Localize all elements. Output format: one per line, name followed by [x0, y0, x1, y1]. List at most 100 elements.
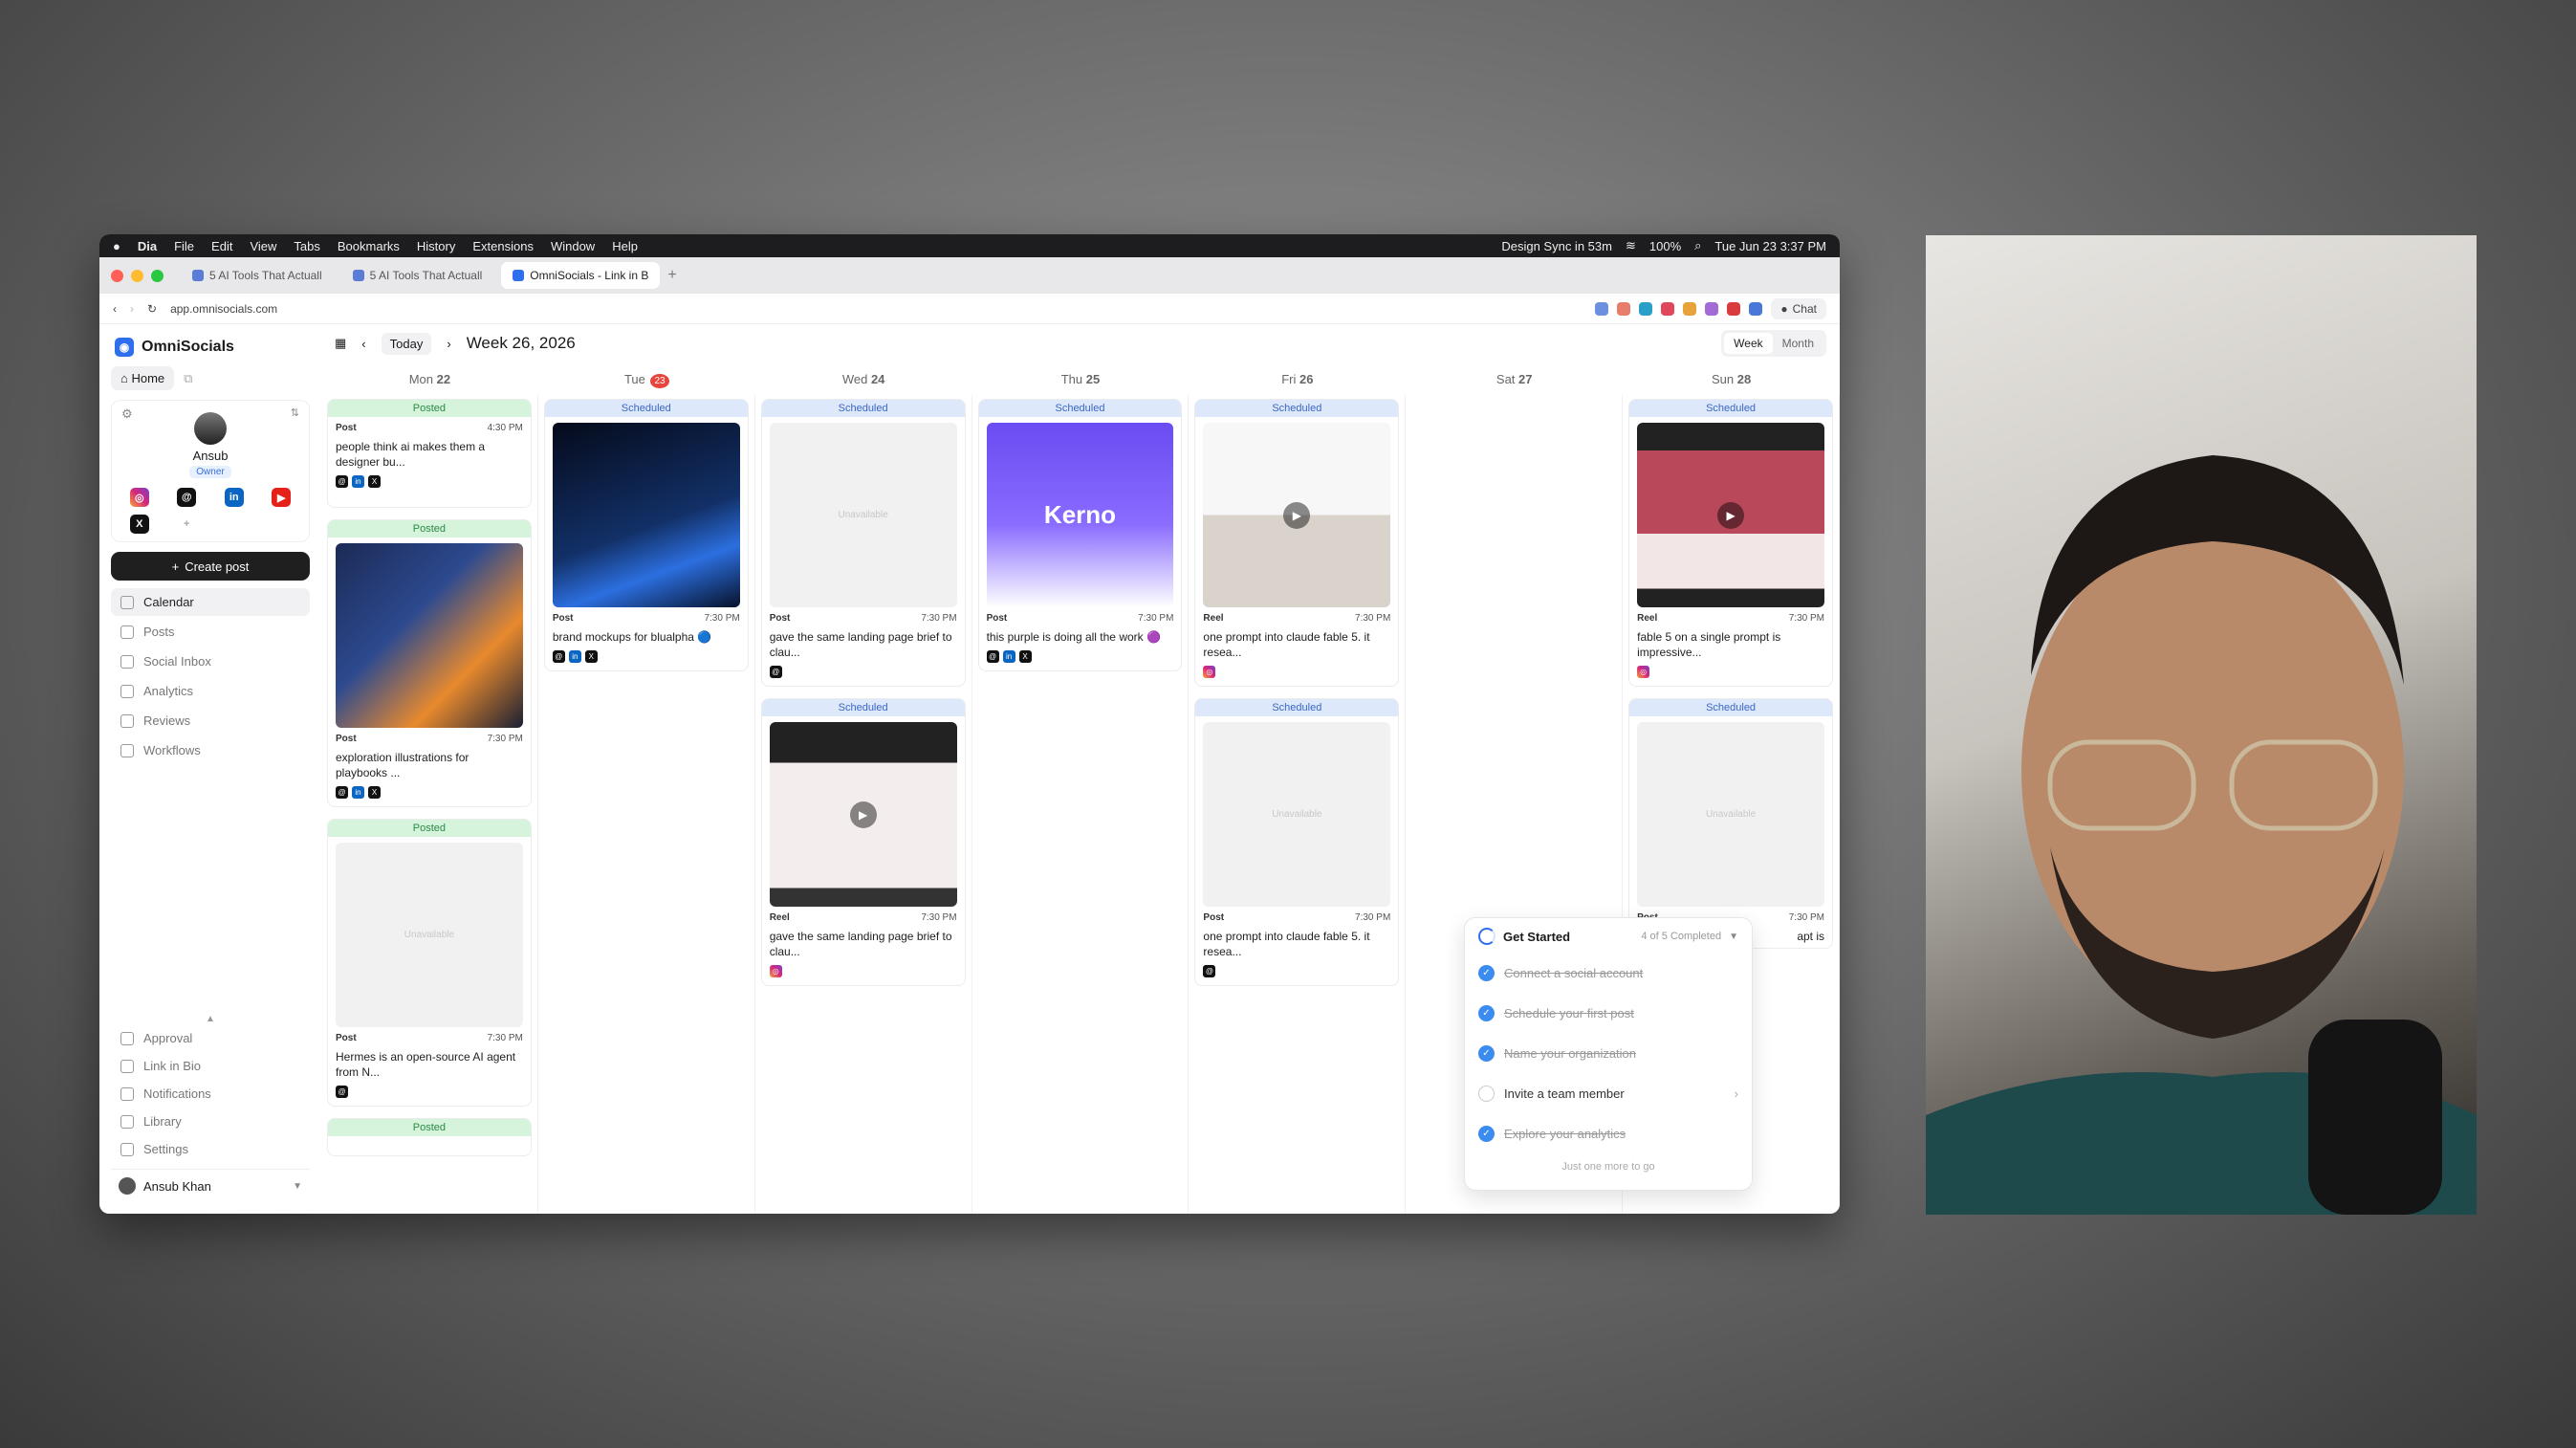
today-button[interactable]: Today [381, 332, 432, 355]
forward-icon[interactable]: › [130, 302, 134, 316]
browser-tab[interactable]: 5 AI Tools That Actuall [341, 262, 494, 289]
play-icon[interactable]: ▶ [1717, 501, 1745, 529]
sidebar-item-workflows[interactable]: Workflows [111, 736, 310, 764]
task-item[interactable]: ✓ Schedule your first post [1478, 993, 1738, 1033]
search-icon[interactable]: ⌕ [1694, 238, 1701, 253]
sidebar-item-settings[interactable]: Settings [111, 1135, 310, 1163]
get-started-footer: Just one more to go [1561, 1161, 1655, 1173]
post-card[interactable]: Scheduled ▶ Reel 7:30 PM fable 5 on a sin… [1628, 399, 1833, 687]
clock[interactable]: Tue Jun 23 3:37 PM [1714, 239, 1826, 253]
play-icon[interactable]: ▶ [849, 801, 877, 828]
share-icon[interactable]: ⧉ [184, 371, 192, 386]
post-card[interactable]: Posted Unavailable Post 7:30 PM Hermes is… [327, 819, 532, 1107]
sidebar-item-approval[interactable]: Approval [111, 1024, 310, 1052]
instagram-icon[interactable]: ◎ [129, 488, 149, 507]
sidebar-item-label: Link in Bio [143, 1059, 201, 1073]
post-card[interactable]: Posted Post 7:30 PM exploration illustrat… [327, 519, 532, 807]
sidebar-item-label: Notifications [143, 1086, 211, 1101]
extension-icon[interactable] [1683, 301, 1697, 316]
menu-window[interactable]: Window [551, 239, 595, 253]
extension-icon[interactable] [1727, 301, 1741, 316]
next-week-icon[interactable]: › [447, 337, 450, 351]
settings-gear-icon[interactable]: ⚙ [121, 406, 133, 422]
sidebar-item-social-inbox[interactable]: Social Inbox [111, 647, 310, 675]
post-card[interactable]: Scheduled ▶ Reel 7:30 PM one prompt into … [1194, 399, 1400, 687]
extension-icon[interactable] [1749, 301, 1763, 316]
menu-file[interactable]: File [174, 239, 194, 253]
add-account-icon[interactable]: + [177, 515, 197, 534]
url-field[interactable]: app.omnisocials.com [170, 302, 277, 316]
chevron-down-icon[interactable]: ▼ [1729, 932, 1738, 942]
menu-app[interactable]: Dia [138, 239, 157, 253]
chat-button[interactable]: ● Chat [1771, 297, 1826, 319]
avatar[interactable] [194, 412, 227, 445]
apple-icon[interactable]: ● [113, 239, 120, 253]
sidebar-item-posts[interactable]: Posts [111, 618, 310, 646]
menu-extensions[interactable]: Extensions [472, 239, 534, 253]
post-card[interactable]: Scheduled Unavailable Post 7:30 PM gave t… [760, 399, 966, 687]
task-item[interactable]: ✓ Name your organization [1478, 1033, 1738, 1073]
menu-bookmarks[interactable]: Bookmarks [338, 239, 400, 253]
sidebar-item-library[interactable]: Library [111, 1108, 310, 1135]
browser-tab[interactable]: 5 AI Tools That Actuall [181, 262, 334, 289]
extension-icon[interactable] [1705, 301, 1719, 316]
sidebar-item-calendar[interactable]: Calendar [111, 588, 310, 616]
play-icon[interactable]: ▶ [1283, 501, 1311, 529]
view-month-button[interactable]: Month [1773, 333, 1823, 354]
zoom-window-icon[interactable] [151, 269, 164, 282]
minimize-window-icon[interactable] [131, 269, 143, 282]
calendar-status[interactable]: Design Sync in 53m [1501, 239, 1612, 253]
task-item[interactable]: Invite a team member › [1478, 1073, 1738, 1113]
post-card[interactable]: Scheduled ▶ Reel 7:30 PM gave the same la… [760, 698, 966, 986]
post-card[interactable]: Scheduled Post 7:30 PM brand mockups for … [543, 399, 749, 671]
create-post-button[interactable]: + Create post [111, 552, 310, 581]
linkedin-icon[interactable]: in [224, 488, 244, 507]
sidebar-item-notifications[interactable]: Notifications [111, 1080, 310, 1108]
browser-tab-active[interactable]: OmniSocials - Link in B [501, 262, 661, 289]
extension-icon[interactable] [1617, 301, 1631, 316]
reload-icon[interactable]: ↻ [147, 302, 157, 316]
sidebar-item-label: Settings [143, 1142, 188, 1156]
sidebar-item-reviews[interactable]: Reviews [111, 707, 310, 735]
menu-help[interactable]: Help [612, 239, 638, 253]
close-window-icon[interactable] [111, 269, 123, 282]
menu-history[interactable]: History [417, 239, 455, 253]
post-caption: people think ai makes them a designer bu… [336, 440, 486, 469]
extension-icon[interactable] [1595, 301, 1609, 316]
collapse-chevron-icon[interactable]: ▲ [111, 1014, 310, 1024]
prev-week-icon[interactable]: ‹ [361, 337, 365, 351]
task-item[interactable]: ✓ Explore your analytics [1478, 1113, 1738, 1153]
swap-icon[interactable]: ⇅ [291, 406, 299, 419]
menu-tabs[interactable]: Tabs [294, 239, 319, 253]
home-button[interactable]: ⌂ Home [111, 366, 175, 390]
back-icon[interactable]: ‹ [113, 302, 117, 316]
post-card[interactable]: Posted [327, 1118, 532, 1156]
extension-icon[interactable] [1661, 301, 1675, 316]
linkedin-icon: in [352, 786, 364, 799]
task-item[interactable]: ✓ Connect a social account [1478, 953, 1738, 993]
sidebar-item-link-in-bio[interactable]: Link in Bio [111, 1052, 310, 1080]
menu-edit[interactable]: Edit [211, 239, 232, 253]
post-card[interactable]: Scheduled Kerno Post 7:30 PM this purple … [977, 399, 1183, 671]
post-card[interactable]: Posted Post 4:30 PM people think ai makes… [327, 399, 532, 508]
calendar-picker-icon[interactable]: ▦ [335, 336, 346, 351]
new-tab-icon[interactable]: + [667, 267, 676, 284]
menu-view[interactable]: View [250, 239, 276, 253]
reviews-icon [120, 713, 134, 728]
x-icon[interactable]: X [129, 515, 149, 534]
battery-level[interactable]: 100% [1649, 239, 1681, 253]
unavailable-thumbnail: Unavailable [769, 423, 957, 607]
wifi-icon[interactable]: ≋ [1626, 238, 1636, 253]
status-badge: Posted [328, 520, 531, 538]
extension-icon[interactable] [1639, 301, 1653, 316]
post-card[interactable]: Scheduled Unavailable Post 7:30 PM one pr… [1194, 698, 1400, 986]
sidebar-item-analytics[interactable]: Analytics [111, 677, 310, 705]
check-icon: ✓ [1478, 964, 1495, 981]
unavailable-thumbnail: Unavailable [336, 843, 523, 1027]
post-card[interactable]: Scheduled Unavailable Post7:30 PM apt is [1628, 698, 1833, 949]
post-caption: this purple is doing all the work 🟣 [986, 630, 1161, 644]
user-menu[interactable]: Ansub Khan ▼ [111, 1169, 310, 1202]
view-week-button[interactable]: Week [1724, 333, 1773, 354]
youtube-icon[interactable]: ▶ [272, 488, 292, 507]
threads-icon[interactable]: @ [177, 488, 197, 507]
